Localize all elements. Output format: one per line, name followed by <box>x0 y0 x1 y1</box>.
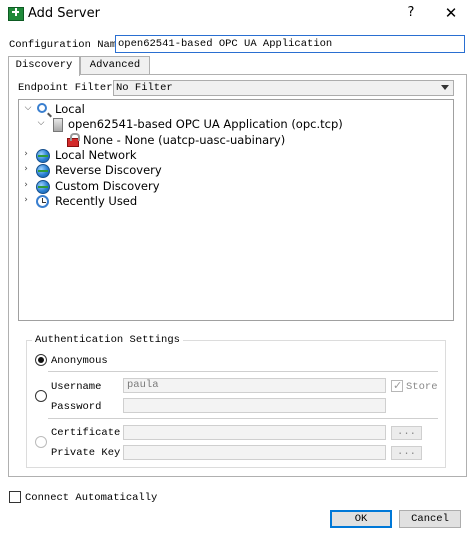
globe-icon <box>36 180 50 194</box>
store-checkbox[interactable] <box>391 379 403 392</box>
chevron-down-icon[interactable]: ⌵ <box>23 103 33 115</box>
help-button[interactable]: ? <box>403 5 419 20</box>
tab-advanced[interactable]: Advanced <box>80 56 150 74</box>
private-key-field[interactable] <box>123 445 386 460</box>
chevron-right-icon[interactable]: › <box>21 180 31 192</box>
private-key-browse-button[interactable]: ... <box>391 446 422 460</box>
auth-settings-title: Authentication Settings <box>32 334 183 346</box>
certificate-label: Certificate <box>51 427 121 439</box>
tree-item-label: open62541-based OPC UA Application (opc.… <box>68 117 343 131</box>
app-icon <box>8 7 24 21</box>
endpoint-filter-value: No Filter <box>116 82 173 94</box>
cancel-button[interactable]: Cancel <box>399 510 461 528</box>
anonymous-radio[interactable] <box>35 354 47 366</box>
certificate-browse-button[interactable]: ... <box>391 426 422 440</box>
password-field[interactable] <box>123 398 386 413</box>
config-name-input[interactable]: open62541-based OPC UA Application <box>115 35 465 53</box>
chevron-right-icon[interactable]: › <box>21 164 31 176</box>
certificate-radio[interactable] <box>35 436 47 448</box>
tree-item-label: None - None (uatcp-uasc-uabinary) <box>83 133 286 147</box>
chevron-down-icon[interactable]: ⌵ <box>36 118 46 130</box>
chevron-right-icon[interactable]: › <box>21 149 31 161</box>
store-label: Store <box>406 381 438 393</box>
username-field[interactable]: paula <box>123 378 386 393</box>
ok-button[interactable]: OK <box>330 510 392 528</box>
config-name-label: Configuration Name <box>9 39 123 51</box>
tab-discovery[interactable]: Discovery <box>8 56 80 76</box>
connect-automatically-label: Connect Automatically <box>25 492 158 504</box>
chevron-right-icon[interactable]: › <box>21 195 31 207</box>
globe-icon <box>36 164 50 178</box>
lock-icon <box>67 133 80 147</box>
divider <box>48 418 438 419</box>
title-bar: Add Server ? ✕ <box>0 0 474 30</box>
close-button[interactable]: ✕ <box>441 4 461 22</box>
chevron-down-icon <box>441 85 449 90</box>
anonymous-label: Anonymous <box>51 355 108 367</box>
clock-icon <box>36 195 49 208</box>
tree-item-label: Local Network <box>55 148 137 162</box>
tree-item-label: Recently Used <box>55 194 138 208</box>
tree-item-label: Reverse Discovery <box>55 163 162 177</box>
tree-item-label: Custom Discovery <box>55 179 160 193</box>
certificate-field[interactable] <box>123 425 386 440</box>
username-label: Username <box>51 381 102 393</box>
divider <box>48 371 438 372</box>
server-icon <box>53 118 63 132</box>
window-title: Add Server <box>28 6 100 21</box>
username-radio[interactable] <box>35 390 47 402</box>
tree-item-label: Local <box>55 102 85 116</box>
endpoint-filter-label: Endpoint Filter: <box>18 82 119 94</box>
password-label: Password <box>51 401 102 413</box>
magnifier-icon <box>37 103 47 113</box>
private-key-label: Private Key <box>51 447 121 459</box>
endpoint-filter-select[interactable]: No Filter <box>113 80 454 96</box>
globe-icon <box>36 149 50 163</box>
server-tree[interactable]: ⌵ Local ⌵ open62541-based OPC UA Applica… <box>18 99 454 321</box>
connect-automatically-checkbox[interactable] <box>9 491 21 503</box>
